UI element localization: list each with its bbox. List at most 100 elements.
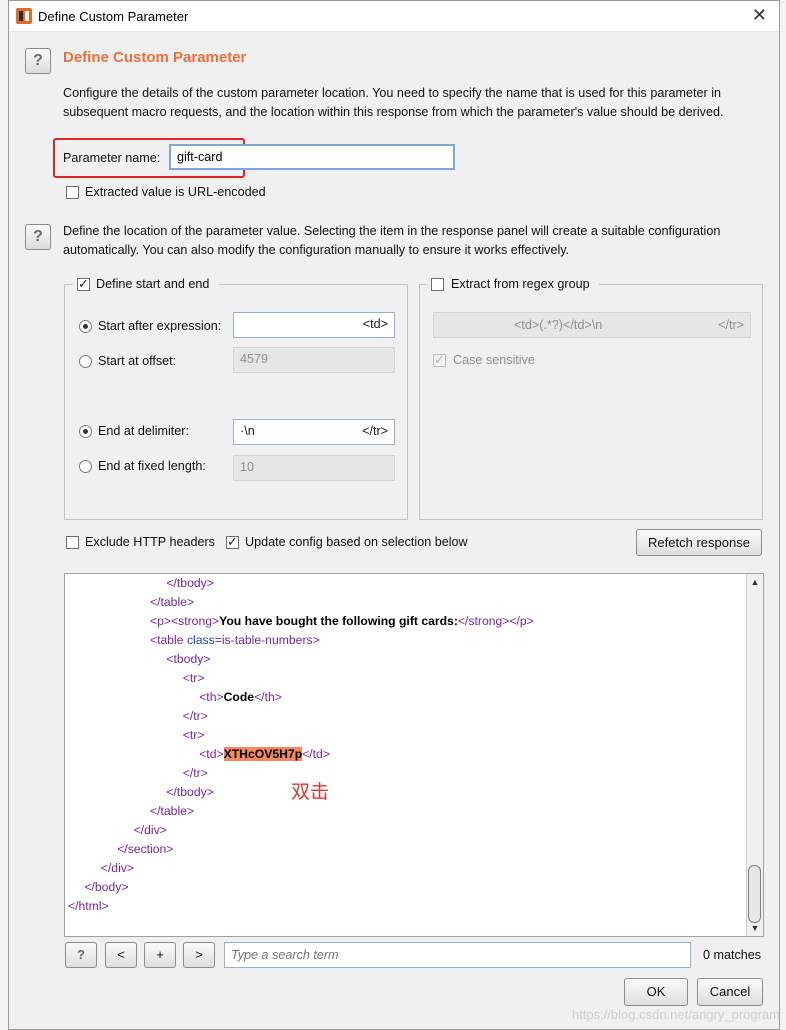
highlighted-value[interactable]: XTHcOV5H7p: [223, 747, 303, 761]
exclude-http-headers-checkbox[interactable]: [66, 536, 79, 549]
ok-button[interactable]: OK: [624, 978, 688, 1006]
response-line[interactable]: </tr>: [183, 764, 208, 783]
window-title: Define Custom Parameter: [38, 9, 189, 24]
end-at-delimiter-input[interactable]: ·\n </tr>: [233, 419, 395, 445]
response-panel[interactable]: </tbody> </table> <p><strong>You have boug…: [64, 573, 764, 937]
response-line[interactable]: <tbody>: [166, 650, 210, 669]
double-click-annotation: 双击: [291, 782, 330, 803]
regex-expression-text-right: </tr>: [718, 318, 744, 332]
extract-regex-checkbox[interactable]: [431, 278, 444, 291]
define-start-end-checkbox[interactable]: [77, 276, 90, 292]
code-token: <tr>: [182, 671, 205, 685]
response-line[interactable]: </tbody>: [166, 783, 213, 802]
end-at-fixed-length-input: 10: [233, 455, 395, 481]
search-prev-button[interactable]: <: [105, 942, 137, 968]
location-description: Define the location of the parameter val…: [63, 222, 763, 260]
location-description-line1: Define the location of the parameter val…: [63, 224, 721, 238]
search-input[interactable]: [224, 942, 691, 968]
search-next-button[interactable]: >: [183, 942, 215, 968]
location-description-line2: automatically. You can also modify the c…: [63, 243, 570, 257]
response-line[interactable]: </table>: [150, 802, 194, 821]
end-at-fixed-length-radio[interactable]: [79, 460, 92, 473]
end-at-fixed-length-label: End at fixed length:: [98, 459, 206, 473]
response-scrollbar[interactable]: ▲ ▼: [746, 574, 763, 936]
search-match-count: 0 matches: [703, 948, 762, 962]
code-token: <th>: [199, 690, 224, 704]
response-line[interactable]: <th>Code</th>: [199, 688, 282, 707]
response-line[interactable]: </div>: [134, 821, 167, 840]
response-line[interactable]: </body>: [84, 878, 128, 897]
code-token: </table>: [150, 804, 195, 818]
background-app-right: [780, 0, 786, 1030]
end-at-delimiter-label: End at delimiter:: [98, 424, 189, 438]
code-token: </section>: [117, 842, 174, 856]
start-at-offset-label: Start at offset:: [98, 354, 177, 368]
background-app-left: [0, 0, 8, 1030]
search-help-button[interactable]: ?: [65, 942, 97, 968]
title-bar: Define Custom Parameter ✕: [9, 1, 779, 32]
code-token: <table: [150, 633, 187, 647]
response-line[interactable]: <tr>: [183, 669, 205, 688]
response-line[interactable]: </html>: [68, 897, 109, 916]
dialog-heading: Define Custom Parameter: [63, 49, 247, 66]
parameter-description-line2: subsequent macro requests, and the locat…: [63, 105, 724, 119]
close-icon[interactable]: ✕: [752, 5, 767, 26]
regex-expression-text: <td>(.*?)</td>\n: [514, 318, 603, 332]
parameter-description-line1: Configure the details of the custom para…: [63, 86, 722, 100]
exclude-http-headers-label: Exclude HTTP headers: [85, 535, 215, 549]
start-after-expression-input[interactable]: <td>: [233, 312, 395, 338]
watermark: https://blog.csdn.net/angry_program: [571, 1007, 780, 1022]
code-token: =is-table-numbers>: [214, 633, 320, 647]
response-line[interactable]: <td>XTHcOV5H7p</td>: [199, 745, 330, 764]
start-at-offset-radio[interactable]: [79, 355, 92, 368]
code-token: </html>: [68, 899, 109, 913]
extract-regex-label: Extract from regex group: [451, 277, 590, 291]
response-line[interactable]: </section>: [117, 840, 173, 859]
start-after-expression-label: Start after expression:: [98, 319, 222, 333]
end-at-delimiter-radio[interactable]: [79, 425, 92, 438]
code-token: You have bought the following gift cards…: [219, 614, 458, 628]
scrollbar-thumb[interactable]: [748, 865, 761, 923]
url-encoded-label: Extracted value is URL-encoded: [85, 185, 266, 199]
response-line[interactable]: <table class=is-table-numbers>: [150, 631, 320, 650]
response-line[interactable]: </table>: [150, 593, 194, 612]
response-line[interactable]: </div>: [101, 859, 134, 878]
code-token: </tbody>: [166, 785, 214, 799]
response-line[interactable]: </tr>: [183, 707, 208, 726]
scroll-up-icon[interactable]: ▲: [747, 574, 763, 590]
url-encoded-checkbox[interactable]: [66, 186, 79, 199]
code-token: </strong></p>: [457, 614, 534, 628]
case-sensitive-label: Case sensitive: [453, 353, 535, 367]
code-token: </th>: [254, 690, 282, 704]
code-token: </div>: [100, 861, 134, 875]
code-token: <tbody>: [166, 652, 211, 666]
code-token: <p><strong>: [150, 614, 220, 628]
search-add-button[interactable]: +: [144, 942, 176, 968]
response-line[interactable]: </tbody>: [166, 574, 213, 593]
start-after-expression-radio[interactable]: [79, 320, 92, 333]
parameter-name-label: Parameter name:: [63, 151, 161, 165]
define-custom-parameter-dialog: Define Custom Parameter ✕ ? Define Custo…: [8, 0, 780, 1030]
case-sensitive-checkbox: [433, 352, 446, 368]
response-line[interactable]: <tr>: [183, 726, 205, 745]
code-token: class: [186, 633, 215, 647]
code-token: </tr>: [182, 766, 208, 780]
code-token: >: [206, 576, 214, 590]
code-token: </body>: [84, 880, 129, 894]
update-config-checkbox[interactable]: [226, 534, 239, 550]
update-config-label: Update config based on selection below: [245, 535, 468, 549]
code-token: <tr>: [182, 728, 205, 742]
help-button-parameter[interactable]: ?: [25, 48, 51, 74]
define-start-end-label: Define start and end: [96, 277, 210, 291]
end-delimiter-text-left: ·\n: [240, 424, 255, 438]
code-token: <td>: [199, 747, 224, 761]
refetch-response-button[interactable]: Refetch response: [636, 529, 762, 556]
response-line[interactable]: <p><strong>You have bought the following…: [150, 612, 534, 631]
parameter-name-input[interactable]: [169, 144, 455, 170]
scroll-down-icon[interactable]: ▼: [747, 920, 763, 936]
code-token: </div>: [133, 823, 167, 837]
code-token: </tr>: [182, 709, 208, 723]
help-button-location[interactable]: ?: [25, 224, 51, 250]
cancel-button[interactable]: Cancel: [697, 978, 763, 1006]
burp-app-icon: [16, 8, 32, 24]
